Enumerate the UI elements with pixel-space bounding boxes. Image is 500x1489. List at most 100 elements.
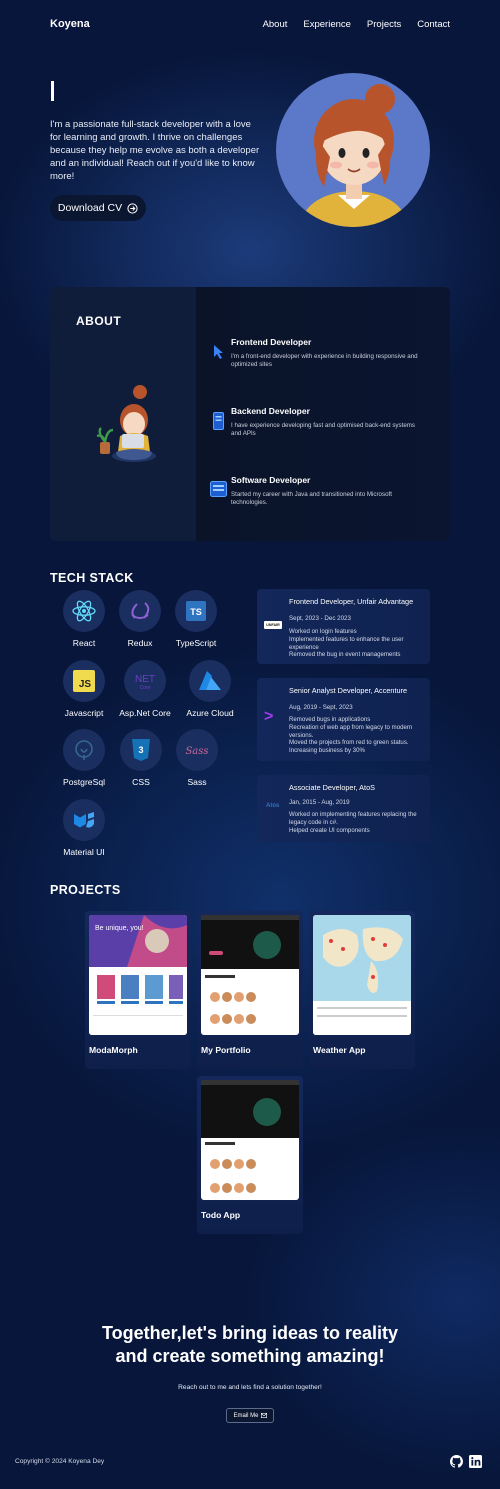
tech-item-typescript: TS TypeScript bbox=[161, 590, 231, 648]
server-icon bbox=[213, 412, 224, 430]
svg-text:Core: Core bbox=[140, 685, 151, 691]
email-me-label: Email Me bbox=[233, 1412, 259, 1419]
typing-caret bbox=[51, 81, 54, 101]
experience-card: Atos Associate Developer, AtoS Jan, 2015… bbox=[257, 775, 430, 842]
project-screenshot bbox=[313, 915, 411, 1035]
cta-line-1: Together,let's bring ideas to reality bbox=[101, 1323, 398, 1343]
postgresql-icon bbox=[75, 740, 93, 760]
exp-title: Associate Developer, AtoS bbox=[289, 783, 375, 792]
nav-link-about[interactable]: About bbox=[263, 19, 288, 30]
company-logo: UNFAIR bbox=[264, 621, 282, 629]
exp-dates: Aug, 2019 - Sept, 2023 bbox=[289, 704, 353, 711]
project-name: My Portfolio bbox=[201, 1045, 251, 1055]
css-icon: 3 bbox=[132, 739, 150, 761]
exp-note: Removed the bug in event managements bbox=[289, 651, 401, 659]
project-screenshot bbox=[201, 1080, 299, 1200]
exp-note: Recreation of web app from legacy to mod… bbox=[289, 723, 413, 739]
project-shot-headline: Be unique, you! bbox=[95, 925, 144, 932]
exp-note: Moved the projects from red to green sta… bbox=[289, 739, 409, 747]
social-links bbox=[450, 1455, 482, 1468]
role-title: Frontend Developer bbox=[231, 337, 312, 347]
svg-text:TS: TS bbox=[190, 607, 202, 617]
svg-text:NET: NET bbox=[135, 674, 155, 685]
project-card-todo[interactable]: Todo App bbox=[197, 1076, 303, 1234]
backend-role bbox=[213, 412, 224, 435]
azure-icon bbox=[199, 671, 221, 690]
mail-icon bbox=[260, 1413, 267, 1418]
frontend-role bbox=[213, 344, 225, 365]
exp-note: Increasing business by 30% bbox=[289, 747, 365, 755]
exp-note: Worked on implementing features replacin… bbox=[289, 811, 417, 826]
exp-title: Senior Analyst Developer, Accenture bbox=[289, 686, 408, 695]
tech-label: Asp.Net Core bbox=[119, 708, 171, 718]
svg-text:3: 3 bbox=[138, 745, 143, 755]
linkedin-icon[interactable] bbox=[469, 1455, 482, 1468]
window-icon bbox=[210, 481, 227, 497]
projects-title: PROJECTS bbox=[50, 883, 121, 897]
exp-title: Frontend Developer, Unfair Advantage bbox=[289, 597, 414, 606]
main-nav: About Experience Projects Contact bbox=[263, 19, 450, 30]
tech-item-material-ui: Material UI bbox=[49, 799, 119, 857]
frontend-role-text: Frontend Developer I'm a front-end devel… bbox=[231, 337, 421, 369]
exp-notes: Removed bugs in applications Recreation … bbox=[289, 716, 427, 755]
svg-text:JS: JS bbox=[79, 679, 92, 690]
tech-label: Material UI bbox=[63, 847, 105, 857]
svg-text:Sass: Sass bbox=[185, 746, 208, 757]
project-card-modamorph[interactable]: Be unique, you! ModaMorph bbox=[85, 911, 191, 1069]
typescript-icon: TS bbox=[186, 601, 206, 621]
cta-heading: Together,let's bring ideas to reality an… bbox=[0, 1322, 500, 1368]
tech-label: Sass bbox=[187, 777, 207, 787]
email-me-button[interactable]: Email Me bbox=[226, 1408, 274, 1423]
download-cv-button[interactable]: Download CV bbox=[50, 195, 146, 221]
material-ui-icon bbox=[74, 812, 94, 828]
github-icon[interactable] bbox=[450, 1455, 463, 1468]
role-desc: Started my career with Java and transiti… bbox=[231, 491, 392, 506]
tech-label: TypeScript bbox=[175, 638, 217, 648]
sass-icon: Sass bbox=[185, 746, 208, 757]
company-logo: > bbox=[264, 708, 274, 725]
nav-link-projects[interactable]: Projects bbox=[367, 19, 401, 30]
project-screenshot bbox=[201, 915, 299, 1035]
project-name: Weather App bbox=[313, 1045, 366, 1055]
project-card-portfolio[interactable]: My Portfolio bbox=[197, 911, 303, 1069]
cta-line-2: and create something amazing! bbox=[115, 1346, 385, 1366]
arrow-circle-icon bbox=[127, 202, 138, 214]
javascript-icon: JS bbox=[73, 670, 95, 692]
copyright-text: Copyright © 2024 Koyena Dey bbox=[15, 1458, 105, 1465]
exp-notes: Worked on login features Implemented fea… bbox=[289, 628, 427, 659]
tech-stack-title: TECH STACK bbox=[50, 571, 134, 585]
tech-item-azure: Azure Cloud bbox=[175, 660, 245, 718]
nav-link-experience[interactable]: Experience bbox=[303, 19, 351, 30]
about-title: ABOUT bbox=[76, 314, 122, 328]
about-illustration bbox=[96, 376, 160, 471]
role-desc: I'm a front-end developer with experienc… bbox=[231, 353, 418, 368]
react-icon bbox=[72, 600, 96, 622]
project-card-weather[interactable]: Weather App bbox=[309, 911, 415, 1069]
role-title: Backend Developer bbox=[231, 406, 310, 416]
download-cv-label: Download CV bbox=[57, 202, 123, 214]
brand-logo[interactable]: Koyena bbox=[50, 18, 90, 30]
tech-item-dotnet: NET Core Asp.Net Core bbox=[110, 660, 180, 718]
role-title: Software Developer bbox=[231, 475, 311, 485]
dotnet-icon: NETCore bbox=[135, 674, 155, 691]
role-desc: I have experience developing fast and op… bbox=[231, 422, 416, 437]
exp-dates: Sept, 2023 - Dec 2023 bbox=[289, 615, 351, 622]
company-logo: Atos bbox=[266, 803, 280, 809]
exp-note: Helped create UI components bbox=[289, 826, 370, 834]
tech-label: Javascript bbox=[64, 708, 104, 718]
exp-note: Removed bugs in applications bbox=[289, 716, 371, 723]
tech-item-sass: Sass Sass bbox=[162, 729, 232, 787]
redux-icon bbox=[131, 602, 150, 619]
project-name: ModaMorph bbox=[89, 1045, 138, 1055]
hero-avatar bbox=[276, 73, 430, 227]
project-screenshot: Be unique, you! bbox=[89, 915, 187, 1035]
cursor-icon bbox=[214, 345, 223, 359]
nav-link-contact[interactable]: Contact bbox=[417, 19, 450, 30]
software-role bbox=[210, 481, 227, 502]
exp-note: Worked on login features bbox=[289, 628, 357, 635]
tech-label: Azure Cloud bbox=[186, 708, 234, 718]
backend-role-text: Backend Developer I have experience deve… bbox=[231, 406, 421, 438]
cta-subtitle: Reach out to me and lets find a solution… bbox=[178, 1384, 322, 1391]
exp-dates: Jan, 2015 - Aug, 2019 bbox=[289, 799, 350, 806]
exp-notes: Worked on implementing features replacin… bbox=[289, 811, 427, 834]
